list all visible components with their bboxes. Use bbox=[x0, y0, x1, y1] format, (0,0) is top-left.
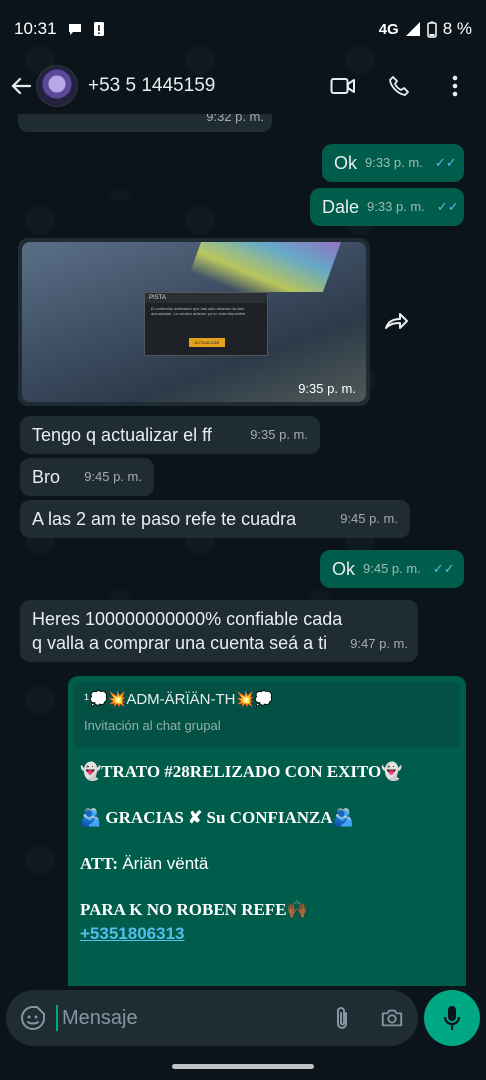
forward-icon bbox=[385, 313, 408, 329]
message-text: Ok bbox=[332, 559, 356, 579]
forward-button[interactable] bbox=[382, 310, 410, 334]
battery-level: 8 % bbox=[442, 19, 472, 38]
back-button[interactable] bbox=[10, 75, 32, 97]
screenshot-thumbnail[interactable]: PISTA El contenido detectado que has sid… bbox=[22, 242, 366, 402]
read-ticks-icon: ✓✓ bbox=[432, 561, 455, 576]
read-ticks-icon: ✓✓ bbox=[436, 199, 459, 214]
invite-line-2: 🫂 GRACIAS ✘ Su CONFIANZA🫂 bbox=[80, 808, 354, 827]
message-incoming[interactable]: 9:32 p. m. bbox=[18, 114, 272, 132]
message-time: 9:35 p. m. bbox=[298, 381, 356, 396]
mic-icon bbox=[443, 1006, 461, 1030]
camera-button[interactable] bbox=[380, 1006, 404, 1030]
message-placeholder: Mensaje bbox=[62, 1006, 138, 1029]
home-gesture-pill[interactable] bbox=[172, 1064, 314, 1069]
message-time: 9:32 p. m. bbox=[206, 114, 264, 124]
message-time: 9:45 p. m. bbox=[363, 561, 421, 576]
battery-icon bbox=[426, 21, 437, 38]
invite-body: 👻TRATO #28RELIZADO CON EXITO👻 🫂 GRACIAS … bbox=[74, 748, 460, 958]
voice-message-button[interactable] bbox=[424, 990, 480, 1046]
dialog-text: El contenido detectado que has sido sist… bbox=[151, 306, 247, 316]
message-incoming[interactable]: Bro 9:45 p. m. bbox=[20, 458, 154, 496]
chat-header: +53 5 1445159 bbox=[0, 58, 486, 114]
message-time: 9:35 p. m. bbox=[250, 427, 308, 442]
status-bar: 10:31 4G 8 % bbox=[0, 0, 486, 58]
image-dialog: PISTA El contenido detectado que has sid… bbox=[144, 292, 268, 356]
message-text: Heres 100000000000% confiable cada q val… bbox=[32, 609, 343, 653]
message-time: 9:45 p. m. bbox=[84, 469, 142, 484]
att-value: Äriän vëntä bbox=[122, 854, 209, 873]
phone-link[interactable]: +5351806313 bbox=[80, 924, 454, 944]
message-text: Bro bbox=[32, 467, 61, 487]
group-invite-preview[interactable]: ¹💭💥ADM-ÄRÏÄN-TH💥💭 Invitación al chat gru… bbox=[74, 682, 460, 748]
signal-icon bbox=[405, 22, 420, 36]
invite-subtitle: Invitación al chat grupal bbox=[84, 718, 221, 733]
message-outgoing[interactable]: Ok 9:33 p. m. ✓✓ bbox=[322, 144, 464, 182]
status-time: 10:31 bbox=[14, 19, 57, 38]
message-text: Tengo q actualizar el ff bbox=[32, 425, 212, 445]
message-incoming[interactable]: Tengo q actualizar el ff 9:35 p. m. bbox=[20, 416, 320, 454]
invite-line-4: PARA K NO ROBEN REFE🙌🏾 bbox=[80, 900, 308, 919]
message-list[interactable]: 9:32 p. m. Ok 9:33 p. m. ✓✓ Dale 9:33 p.… bbox=[0, 114, 486, 986]
message-incoming[interactable]: Heres 100000000000% confiable cada q val… bbox=[20, 600, 418, 662]
dialog-button: ACTUALIZAR bbox=[189, 338, 225, 347]
video-call-button[interactable] bbox=[330, 73, 356, 99]
message-time: 9:47 p. m. bbox=[350, 636, 408, 651]
contact-avatar[interactable] bbox=[36, 65, 78, 107]
message-image[interactable]: PISTA El contenido detectado que has sid… bbox=[18, 238, 370, 406]
more-options-icon bbox=[452, 75, 458, 97]
message-outgoing[interactable]: Ok 9:45 p. m. ✓✓ bbox=[320, 550, 464, 588]
group-name: ¹💭💥ADM-ÄRÏÄN-TH💥💭 bbox=[84, 691, 273, 708]
video-call-icon bbox=[330, 78, 355, 94]
message-incoming[interactable]: A las 2 am te paso refe te cuadra 9:45 p… bbox=[20, 500, 410, 538]
network-label: 4G bbox=[378, 20, 399, 38]
phone-icon bbox=[389, 76, 409, 96]
contact-name[interactable]: +53 5 1445159 bbox=[88, 75, 215, 97]
message-text: A las 2 am te paso refe te cuadra bbox=[32, 509, 297, 529]
image-rainbow bbox=[182, 242, 342, 292]
voice-call-button[interactable] bbox=[386, 73, 412, 99]
invite-line-1: 👻TRATO #28RELIZADO CON EXITO👻 bbox=[80, 762, 403, 781]
message-text: Ok bbox=[334, 153, 358, 173]
message-text: Dale bbox=[322, 197, 360, 217]
dialog-title: PISTA bbox=[145, 293, 267, 303]
sticker-icon[interactable] bbox=[20, 1005, 46, 1031]
att-label: ATT: bbox=[80, 854, 119, 873]
message-outgoing[interactable]: Dale 9:33 p. m. ✓✓ bbox=[310, 188, 464, 226]
more-options-button[interactable] bbox=[442, 73, 468, 99]
message-time: 9:45 p. m. bbox=[340, 511, 398, 526]
group-invite-message[interactable]: ¹💭💥ADM-ÄRÏÄN-TH💥💭 Invitación al chat gru… bbox=[68, 676, 466, 986]
invite-line-3: ATT: Äriän vëntä bbox=[80, 854, 454, 874]
read-ticks-icon: ✓✓ bbox=[434, 155, 457, 170]
message-input[interactable]: Mensaje bbox=[6, 990, 418, 1046]
attach-button[interactable] bbox=[330, 1006, 354, 1030]
attach-icon bbox=[337, 1007, 347, 1029]
composer: Mensaje bbox=[0, 986, 486, 1054]
message-time: 9:33 p. m. bbox=[365, 155, 423, 170]
chat-notification-icon bbox=[68, 24, 81, 35]
alert-notification-icon bbox=[93, 22, 104, 36]
system-nav-bar bbox=[0, 1054, 486, 1080]
camera-icon bbox=[381, 1009, 403, 1027]
text-caret bbox=[56, 1005, 58, 1031]
back-arrow-icon bbox=[11, 77, 32, 95]
message-time: 9:33 p. m. bbox=[367, 199, 425, 214]
